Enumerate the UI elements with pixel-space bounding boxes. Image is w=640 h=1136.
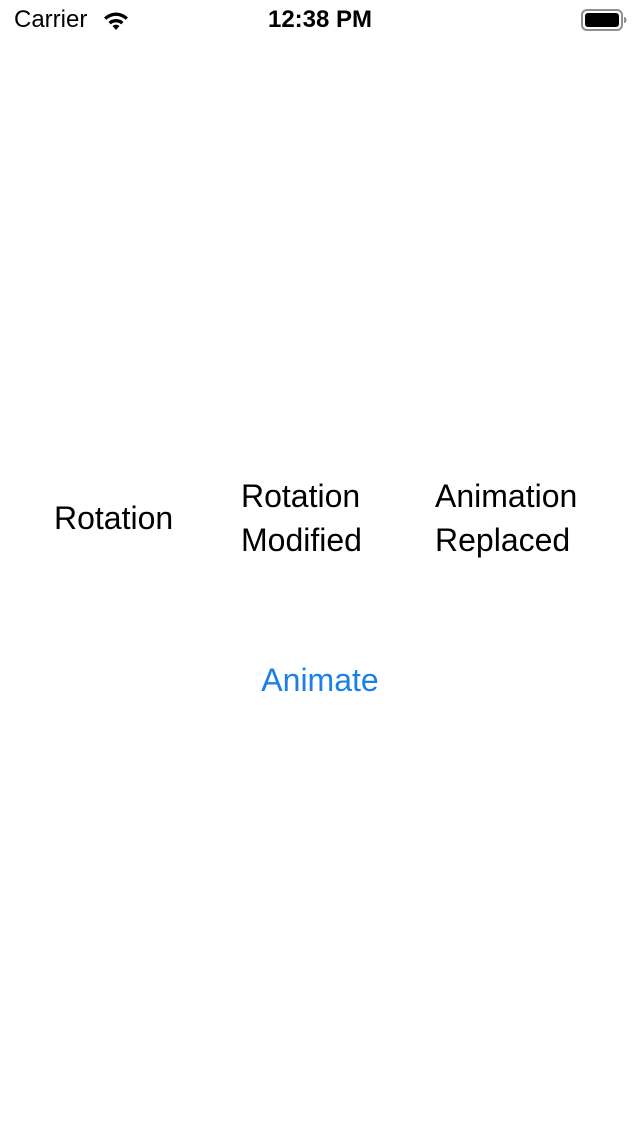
rotation-modified-label: Rotation Modified [241,478,362,558]
status-time: 12:38 PM [267,6,373,33]
animation-replaced-label: Animation Replaced [435,478,578,558]
animate-button[interactable]: Animate [0,658,640,702]
battery-full-icon [581,9,627,31]
status-bar: Carrier 12:38 PM [0,0,640,40]
rotation-label: Rotation [54,500,174,536]
